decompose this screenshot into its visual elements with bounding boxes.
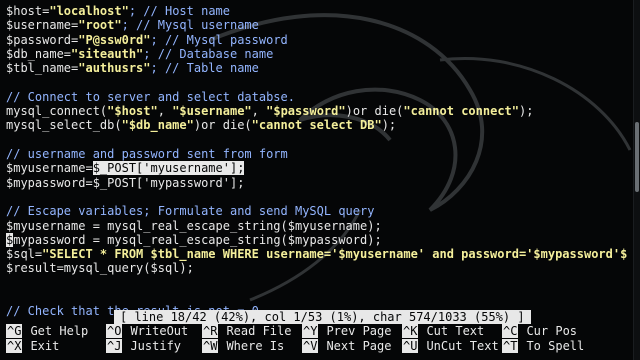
code-token: "siteauth" [71,46,144,61]
code-token: // Escape variables; Formulate and send … [6,204,375,219]
shortcut-label: To Spell [526,339,585,353]
code-line[interactable]: // Escape variables; Formulate and send … [6,204,374,218]
shortcut-key: ^W [202,339,219,353]
code-line[interactable]: $db_name="siteauth"; // Database name [6,47,273,61]
shortcut-key: ^C [502,324,519,338]
code-token: "cannot connect" [403,104,519,119]
shortcut-key: ^V [302,339,319,353]
shortcut-label: Next Page [326,339,392,353]
shortcut-key: ^O [106,324,123,338]
code-token: "SELECT * FROM $tbl_name WHERE username=… [42,247,628,262]
code-token: "root" [78,18,122,33]
terminal-window: $host="localhost"; // Host name $username… [0,0,640,360]
code-token: , [157,104,173,119]
shortcut-key: ^G [6,324,23,338]
shortcut-justify[interactable]: ^J Justify [106,339,181,353]
code-token: $myusername = mysql_real_escape_string($… [6,218,382,233]
shortcut-label: Cur Pos [526,324,578,338]
code-token: ; // Mysql password [150,32,288,47]
shortcut-cur-pos[interactable]: ^C Cur Pos [502,324,577,338]
code-token: $host= [6,4,50,18]
code-line[interactable]: mysql_connect("$host", "$username", "$pa… [6,104,533,118]
shortcut-exit[interactable]: ^X Exit [6,339,59,353]
code-editor[interactable]: $host="localhost"; // Host name $username… [0,0,630,318]
shortcut-label: WriteOut [130,324,189,338]
shortcut-where-is[interactable]: ^W Where Is [202,339,284,353]
shortcut-label: Exit [30,339,60,353]
code-line[interactable]: $mypassword=$_POST['mypassword']; [6,176,244,190]
code-token: mypassword = mysql_real_escape_string($m… [13,232,382,247]
shortcut-next-page[interactable]: ^V Next Page [302,339,391,353]
shortcut-cut-text[interactable]: ^K Cut Text [402,324,484,338]
shortcut-key: ^X [6,339,23,353]
code-token: "$username" [172,104,252,119]
code-token: ); [381,118,397,133]
code-token: // username and password sent from form [6,147,288,161]
shortcut-label: Where Is [226,339,285,353]
code-line[interactable]: $myusername = mysql_real_escape_string($… [6,219,382,233]
shortcut-label: Read File [226,324,292,338]
selected-text: $_POST['myusername']; [92,161,245,176]
code-token: "localhost" [49,4,129,18]
shortcut-key: ^J [106,339,123,353]
code-token: "authusrs" [78,61,151,76]
code-token: "$password" [266,104,346,119]
code-token: mysql_connect( [6,104,108,119]
code-token: "$host" [107,104,158,119]
code-line[interactable]: $sql="SELECT * FROM $tbl_name WHERE user… [6,247,627,261]
shortcut-read-file[interactable]: ^R Read File [202,324,291,338]
status-line: [ line 18/42 (42%), col 1/53 (1%), char … [114,310,531,324]
code-line[interactable]: $tbl_name="authusrs"; // Table name [6,61,259,75]
code-line[interactable]: // username and password sent from form [6,147,288,161]
code-token: "$db_name" [121,118,194,133]
code-token: $mypassword=$_POST['mypassword']; [6,175,245,190]
shortcut-label: Cut Text [426,324,485,338]
shortcut-bar: ^G Get Help ^O WriteOut ^R Read File ^Y Prev Pa… [0,324,630,360]
shortcut-key: ^Y [302,324,319,338]
shortcut-label: Get Help [30,324,89,338]
code-token: ; // Mysql username [121,18,259,33]
code-token: "cannot select DB" [251,118,382,133]
code-line[interactable]: $mypassword = mysql_real_escape_string($… [6,232,382,247]
code-token: ; // Database name [143,46,274,61]
code-line[interactable]: $result=mysql_query($sql); [6,261,194,275]
shortcut-key: ^U [402,339,419,353]
code-token: ); [519,104,534,119]
shortcut-uncut-text[interactable]: ^U UnCut Text [402,339,499,353]
shortcut-key: ^T [502,339,519,353]
code-token: $password= [6,32,79,47]
code-token: )or die( [193,118,252,133]
shortcut-prev-page[interactable]: ^Y Prev Page [302,324,391,338]
shortcut-label: Prev Page [326,324,392,338]
code-token: $result=mysql_query($sql); [6,261,194,276]
code-token: mysql_select_db( [6,118,122,133]
scrollbar-thumb[interactable] [635,122,639,192]
code-token: "P@ssw0rd" [78,32,151,47]
code-token: $sql= [6,247,43,262]
code-line[interactable]: $myusername=$_POST['myusername']; [6,161,245,176]
code-token: ; // Host name [128,4,230,18]
code-line[interactable]: $username="root"; // Mysql username [6,18,259,32]
code-line[interactable]: // Connect to server and select databse. [6,90,295,104]
code-token: , [251,104,267,119]
code-token: // Connect to server and select databse. [6,89,295,104]
shortcut-to-spell[interactable]: ^T To Spell [502,339,584,353]
code-token: $username= [6,18,79,33]
code-token: $myusername= [6,161,93,176]
shortcut-label: UnCut Text [426,339,499,353]
code-token: $db_name= [6,46,72,61]
code-token: )or die( [345,104,404,119]
code-token: ; // Table name [150,61,259,76]
code-token: $tbl_name= [6,61,79,76]
shortcut-writeout[interactable]: ^O WriteOut [106,324,188,338]
scrollbar[interactable] [633,0,640,360]
code-line[interactable]: $host="localhost"; // Host name [6,4,230,18]
shortcut-key: ^R [202,324,219,338]
code-line[interactable]: mysql_select_db("$db_name")or die("canno… [6,118,396,132]
shortcut-label: Justify [130,339,182,353]
code-line[interactable]: $password="P@ssw0rd"; // Mysql password [6,33,288,47]
shortcut-key: ^K [402,324,419,338]
shortcut-get-help[interactable]: ^G Get Help [6,324,88,338]
